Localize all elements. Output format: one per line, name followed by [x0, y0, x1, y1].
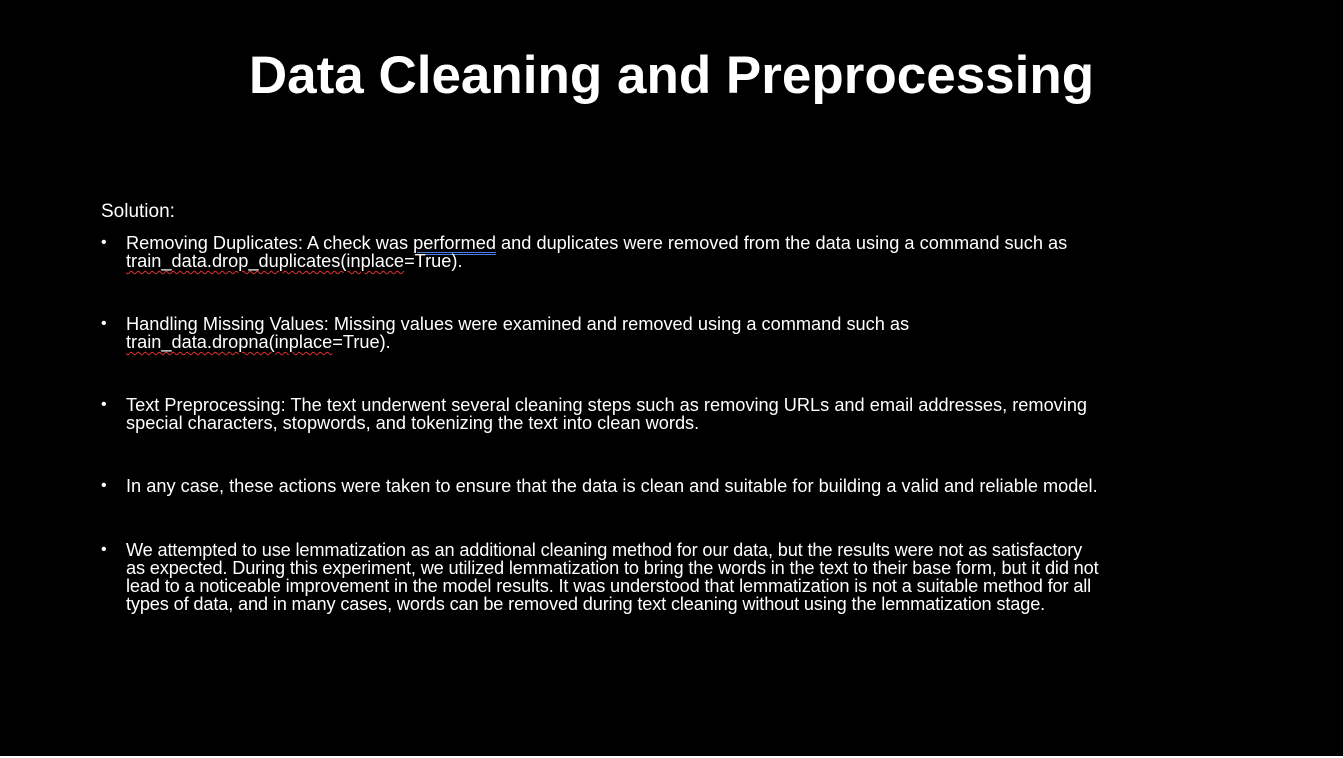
bullet-line: Text Preprocessing: The text underwent s…: [126, 395, 1088, 415]
bullet-line: Removing Duplicates: A check was perform…: [126, 234, 1238, 252]
solution-label: Solution:: [101, 201, 175, 222]
bullet-icon: •: [101, 315, 107, 332]
bullet-icon: •: [101, 234, 107, 251]
bullet-text: In any case, these actions were taken to…: [126, 477, 1238, 495]
spellcheck-flagged-code[interactable]: train_data.drop_duplicates(inplace: [126, 251, 404, 271]
bullet-line: Handling Missing Values: Missing values …: [126, 314, 910, 334]
text-run: =True).: [332, 332, 391, 352]
text-run: Removing Duplicates: A check was: [126, 233, 414, 253]
bullet-icon: •: [101, 541, 107, 558]
bullet-text: We attempted to use lemmatization as an …: [126, 541, 1238, 613]
bullet-text: Text Preprocessing: The text underwent s…: [126, 396, 1238, 432]
spellcheck-flagged-code[interactable]: train_data.dropna(inplace: [126, 332, 332, 352]
bullet-line: as expected. During this experiment, we …: [126, 558, 1099, 578]
slide-title: Data Cleaning and Preprocessing: [248, 46, 1095, 105]
bullet-line: train_data.drop_duplicates(inplace=True)…: [126, 252, 1238, 270]
bullet-line: train_data.dropna(inplace=True).: [126, 333, 1238, 351]
bullet-text: Removing Duplicates: A check was perform…: [126, 234, 1238, 270]
bullet-line: In any case, these actions were taken to…: [126, 476, 1098, 496]
slide: Data Cleaning and Preprocessing Solution…: [0, 0, 1343, 756]
bullet-line: We attempted to use lemmatization as an …: [126, 540, 1083, 560]
text-run: and duplicates were removed from the dat…: [496, 233, 1068, 253]
bullet-icon: •: [101, 396, 107, 413]
bullet-line: special characters, stopwords, and token…: [126, 413, 700, 433]
text-run: =True).: [404, 251, 463, 271]
bullet-icon: •: [101, 477, 107, 494]
bullet-line: lead to a noticeable improvement in the …: [126, 576, 1092, 596]
grammar-flagged-word[interactable]: performed: [413, 233, 496, 253]
bullet-text: Handling Missing Values: Missing values …: [126, 315, 1238, 351]
bullet-line: types of data, and in many cases, words …: [126, 594, 1046, 614]
